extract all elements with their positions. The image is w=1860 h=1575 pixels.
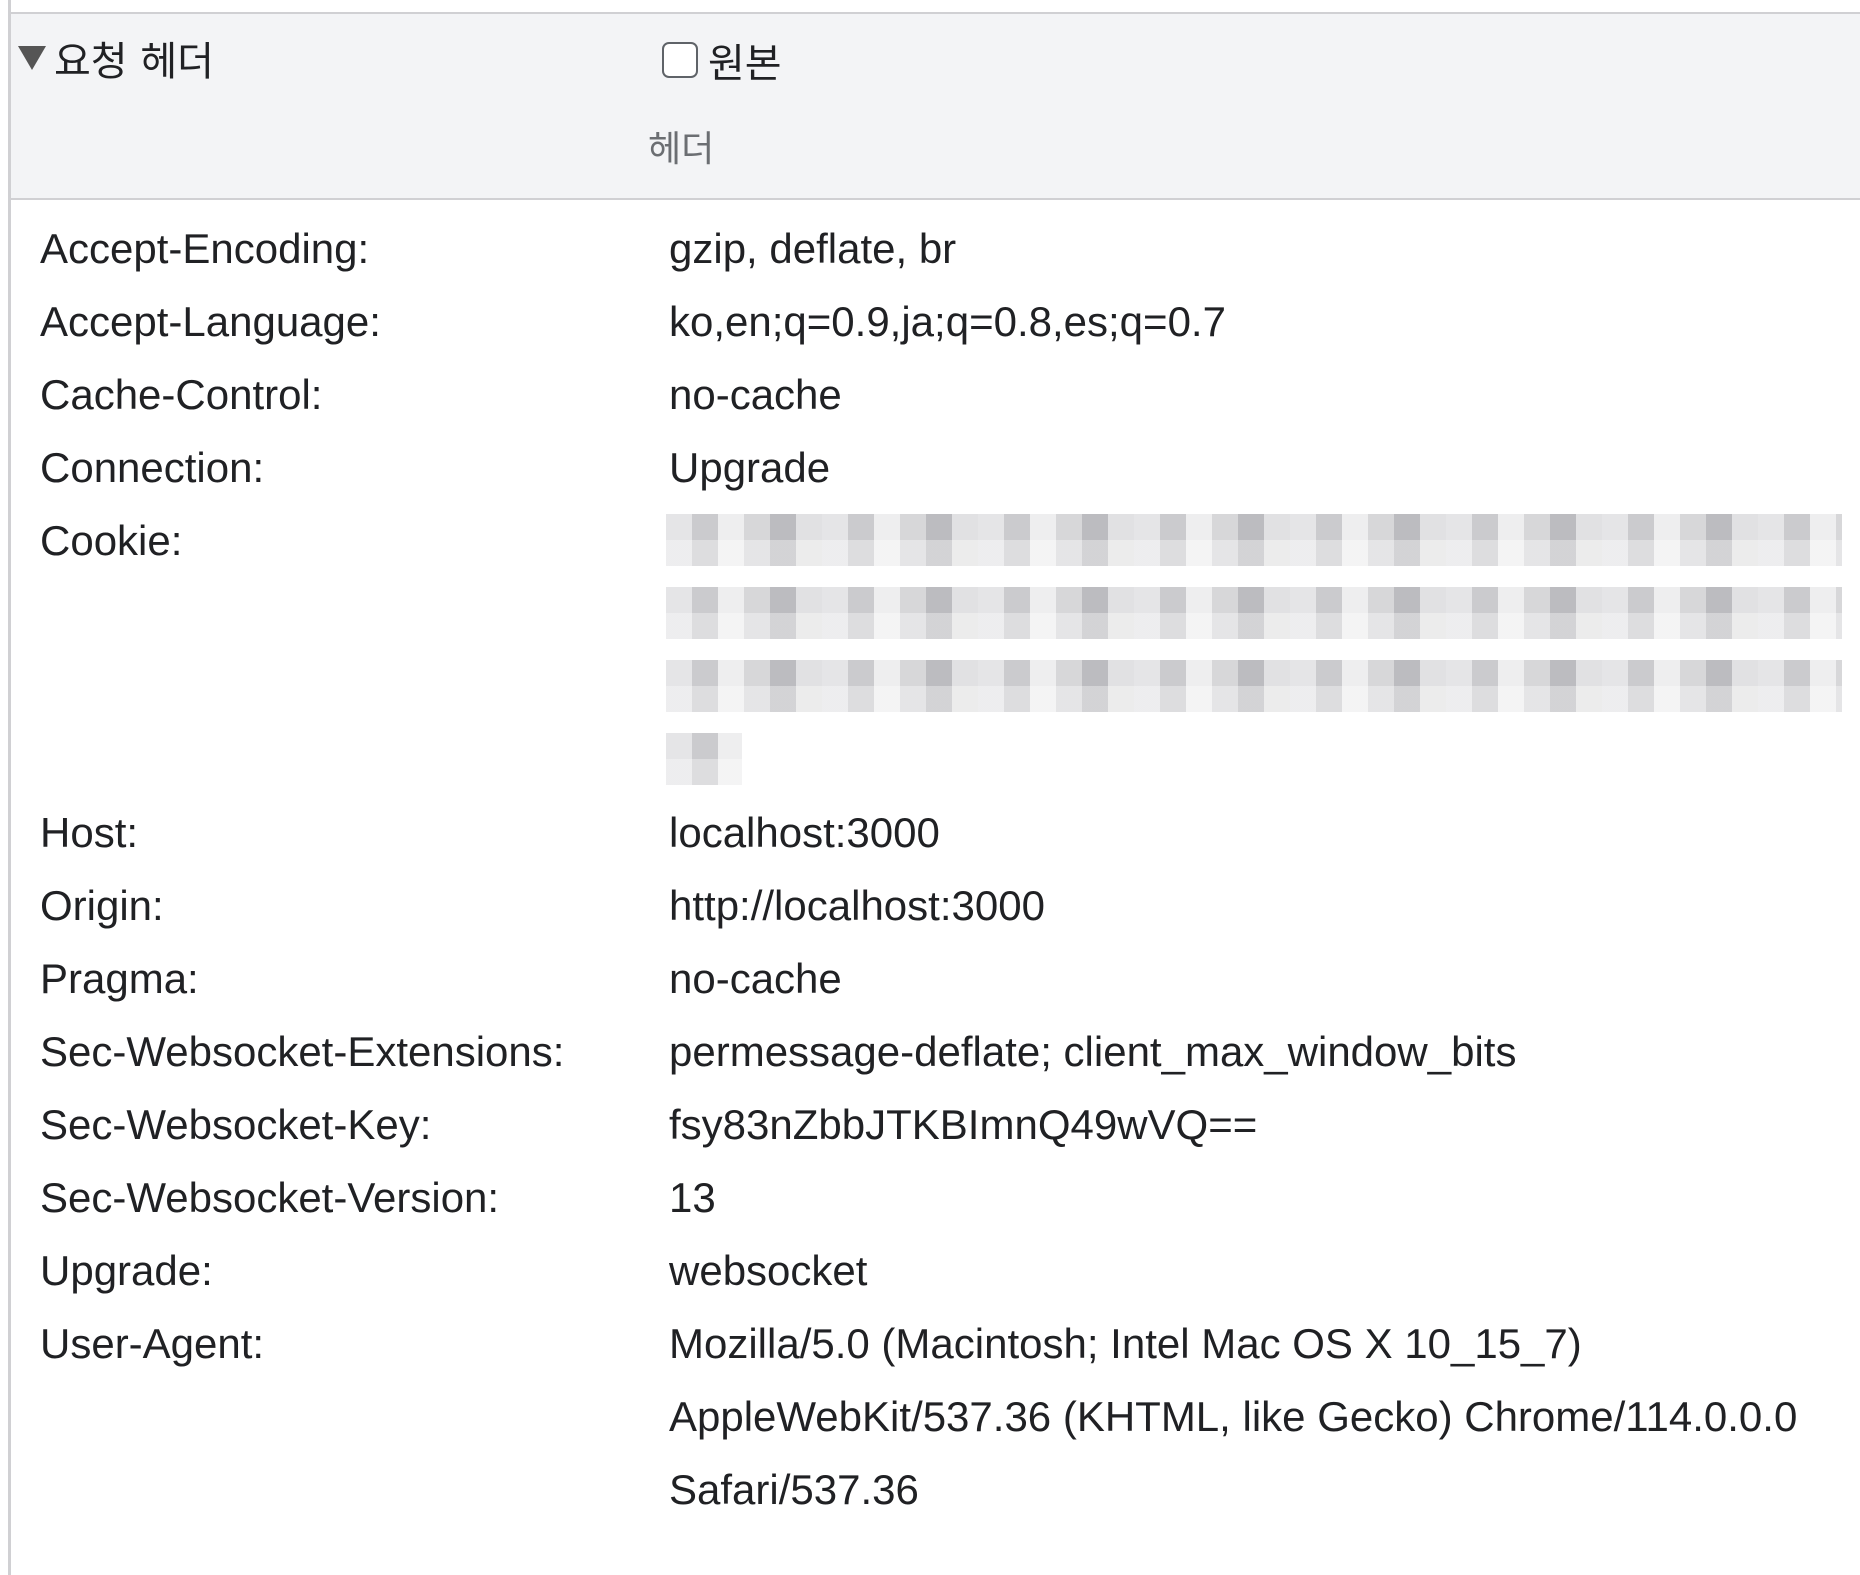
header-name: Origin: [40, 882, 164, 929]
header-name: Sec-Websocket-Key: [40, 1101, 432, 1148]
request-headers-panel: 요청 헤더 원본 헤더 Accept-Encoding: gzip, deflat… [0, 0, 1860, 1575]
header-value: localhost:3000 [669, 809, 940, 856]
header-value: http://localhost:3000 [669, 882, 1045, 929]
header-name: Sec-Websocket-Extensions: [40, 1028, 565, 1075]
header-value: no-cache [669, 371, 842, 418]
header-name: Connection: [40, 444, 265, 491]
header-value: fsy83nZbbJTKBImnQ49wVQ== [669, 1101, 1258, 1148]
header-value: Safari/537.36 [669, 1466, 919, 1513]
redacted-line [666, 733, 742, 785]
header-name: Upgrade: [40, 1247, 213, 1294]
header-name: User-Agent: [40, 1320, 265, 1367]
header-name: Sec-Websocket-Version: [40, 1174, 500, 1221]
header-value: gzip, deflate, br [669, 225, 957, 272]
header-name: Host: [40, 809, 139, 856]
header-value: permessage-deflate; client_max_window_bi… [669, 1028, 1517, 1075]
header-value: AppleWebKit/537.36 (KHTML, like Gecko) C… [669, 1393, 1798, 1440]
header-name: Pragma: [40, 955, 199, 1002]
header-value: Upgrade [669, 444, 831, 491]
header-name: Accept-Language: [40, 298, 381, 345]
header-name: Cache-Control: [40, 371, 323, 418]
header-name: Cookie: [40, 517, 183, 564]
header-value: websocket [669, 1247, 868, 1294]
header-value: ko,en;q=0.9,ja;q=0.8,es;q=0.7 [669, 298, 1226, 345]
header-value: Mozilla/5.0 (Macintosh; Intel Mac OS X 1… [669, 1320, 1582, 1367]
redacted-line [666, 514, 1842, 566]
header-value: 13 [669, 1174, 716, 1221]
header-value: no-cache [669, 955, 842, 1002]
header-name: Accept-Encoding: [40, 225, 370, 272]
headers-list: Accept-Encoding: gzip, deflate, br Accept-… [0, 0, 1860, 1575]
redacted-line [666, 587, 1842, 639]
redacted-line [666, 660, 1842, 712]
